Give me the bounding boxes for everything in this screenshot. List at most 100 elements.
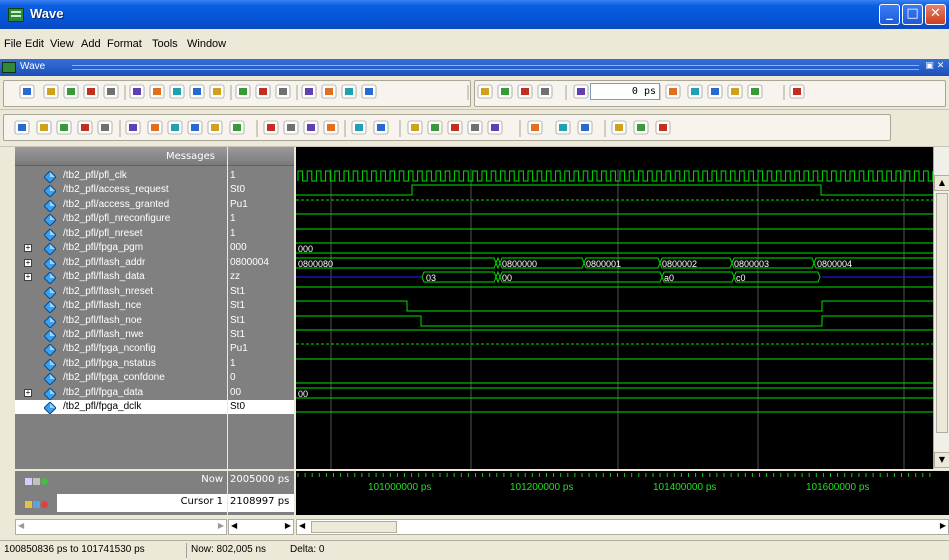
signal-row[interactable]: /tb2_pfl/fpga_nconfig [15, 342, 227, 357]
scroll-right-icon[interactable]: ▶ [940, 521, 946, 530]
format-logic-icon[interactable] [555, 120, 571, 135]
menu-view[interactable]: View [50, 38, 74, 50]
wave-add-icon[interactable] [263, 120, 279, 135]
signal-row[interactable]: /tb2_pfl/flash_nce [15, 299, 227, 314]
waveform-area[interactable]: 000 0800080 0800000 0800001 0800002 0800003 08… [296, 147, 933, 469]
signal-row[interactable]: /tb2_pfl/pfl_clk [15, 169, 227, 184]
now-lock-icon[interactable] [25, 478, 32, 485]
cursor-icon[interactable] [97, 120, 113, 135]
reload-icon[interactable] [83, 84, 99, 99]
step-out-icon[interactable] [707, 84, 723, 99]
wave-hscroll[interactable]: ◀ ▶ [296, 519, 949, 535]
print-icon[interactable] [103, 84, 119, 99]
back-arrow-icon[interactable] [517, 84, 533, 99]
cursor-row[interactable]: Cursor 1 [57, 494, 227, 512]
cut-icon[interactable] [129, 84, 145, 99]
signal-row[interactable]: /tb2_pfl/access_granted [15, 198, 227, 213]
save-icon[interactable] [63, 84, 79, 99]
continue-icon[interactable] [727, 84, 743, 99]
inner-window-header[interactable]: Wave ▣ ✕ [0, 59, 949, 76]
break-icon[interactable] [301, 84, 317, 99]
scroll-left-icon[interactable]: ◀ [18, 521, 24, 530]
signal-row[interactable]: /tb2_pfl/pfl_nreconfigure [15, 212, 227, 227]
tree-icon[interactable] [275, 84, 291, 99]
delete-cursor-icon[interactable] [373, 120, 389, 135]
new-icon[interactable] [19, 84, 35, 99]
redo-icon[interactable] [209, 84, 225, 99]
add-cursor-icon[interactable] [41, 478, 48, 485]
restart-icon[interactable] [477, 84, 493, 99]
signal-row[interactable]: /tb2_pfl/flash_nreset [15, 285, 227, 300]
signal-row[interactable]: /tb2_pfl/fpga_confdone [15, 371, 227, 386]
open-icon[interactable] [43, 84, 59, 99]
insert-cursor-icon[interactable] [351, 120, 367, 135]
run-length-input[interactable]: 0 ps [590, 83, 660, 100]
expand-icon[interactable]: + [24, 389, 32, 397]
signal-row[interactable]: /tb2_pfl/fpga_dclk [15, 400, 227, 415]
undock-icon[interactable]: ▣ [925, 61, 934, 72]
cursor-toolbar-icons[interactable] [25, 475, 49, 485]
waveform-canvas[interactable]: 000 0800080 0800000 0800001 0800002 0800003 08… [296, 147, 933, 469]
wave-delete-icon[interactable] [323, 120, 339, 135]
menu-file[interactable]: File [4, 38, 22, 50]
minimize-button[interactable]: _ [879, 4, 900, 25]
zoom-region-icon[interactable] [487, 120, 503, 135]
menu-edit[interactable]: Edit [25, 38, 44, 50]
cursor-edit-icon[interactable] [33, 501, 40, 508]
prev-edge-icon[interactable] [207, 120, 223, 135]
vscroll-thumb[interactable] [936, 193, 948, 433]
scroll-up-icon[interactable]: ▲ [934, 175, 949, 191]
pan-icon[interactable] [56, 120, 72, 135]
scroll-left-icon[interactable]: ◀ [299, 521, 305, 530]
zoom-out-icon[interactable] [427, 120, 443, 135]
signal-row[interactable]: /tb2_pfl/flash_noe [15, 314, 227, 329]
now-grid-icon[interactable] [33, 478, 40, 485]
format-analog-icon[interactable] [577, 120, 593, 135]
timeline-ruler[interactable]: 101000000 ps 101200000 ps 101400000 ps 1… [296, 471, 949, 515]
format-literal-icon[interactable] [527, 120, 543, 135]
break-over-icon[interactable] [747, 84, 763, 99]
edge-icon[interactable] [125, 120, 141, 135]
close-pane-icon[interactable]: ✕ [936, 61, 945, 72]
hand-icon[interactable] [789, 84, 805, 99]
format-event-icon[interactable] [611, 120, 627, 135]
menu-tools[interactable]: Tools [152, 38, 178, 50]
title-bar[interactable]: Wave _ □ ✕ [0, 0, 949, 29]
drag-grip[interactable] [72, 65, 919, 70]
select-icon[interactable] [14, 120, 30, 135]
close-button[interactable]: ✕ [925, 4, 946, 25]
format-high-icon[interactable] [655, 120, 671, 135]
messages-header[interactable]: Messages [15, 147, 227, 166]
names-hscroll[interactable]: ◀ ▶ [15, 519, 227, 535]
cursor-lock-icon[interactable] [25, 501, 32, 508]
values-header[interactable] [228, 147, 294, 166]
wave-hscroll-thumb[interactable] [311, 521, 397, 533]
zoom-full-icon[interactable] [447, 120, 463, 135]
wave-remove-icon[interactable] [283, 120, 299, 135]
copy-icon[interactable] [149, 84, 165, 99]
signal-row[interactable]: /tb2_pfl/fpga_nstatus [15, 357, 227, 372]
zoom-box-icon[interactable] [36, 120, 52, 135]
signal-row[interactable]: + /tb2_pfl/fpga_data [15, 386, 227, 401]
signal-row[interactable]: + /tb2_pfl/flash_addr [15, 256, 227, 271]
rising-edge-icon[interactable] [167, 120, 183, 135]
text-icon[interactable] [77, 120, 93, 135]
find-edge-icon[interactable] [229, 120, 245, 135]
signal-row[interactable]: + /tb2_pfl/flash_data [15, 270, 227, 285]
signal-row[interactable]: /tb2_pfl/flash_nwe [15, 328, 227, 343]
up-arrow-icon[interactable] [497, 84, 513, 99]
maximize-button[interactable]: □ [902, 4, 923, 25]
expand-icon[interactable]: + [24, 244, 32, 252]
step-over-icon[interactable] [687, 84, 703, 99]
run-length-icon[interactable] [573, 84, 589, 99]
zoom-cursor-icon[interactable] [467, 120, 483, 135]
find-icon[interactable] [235, 84, 251, 99]
expand-icon[interactable]: + [24, 273, 32, 281]
scroll-down-icon[interactable]: ▼ [934, 452, 949, 468]
paste-icon[interactable] [169, 84, 185, 99]
next-edge-icon[interactable] [187, 120, 203, 135]
format-low-icon[interactable] [633, 120, 649, 135]
signal-row[interactable]: /tb2_pfl/access_request [15, 183, 227, 198]
edit-icon[interactable] [321, 84, 337, 99]
undo-icon[interactable] [189, 84, 205, 99]
